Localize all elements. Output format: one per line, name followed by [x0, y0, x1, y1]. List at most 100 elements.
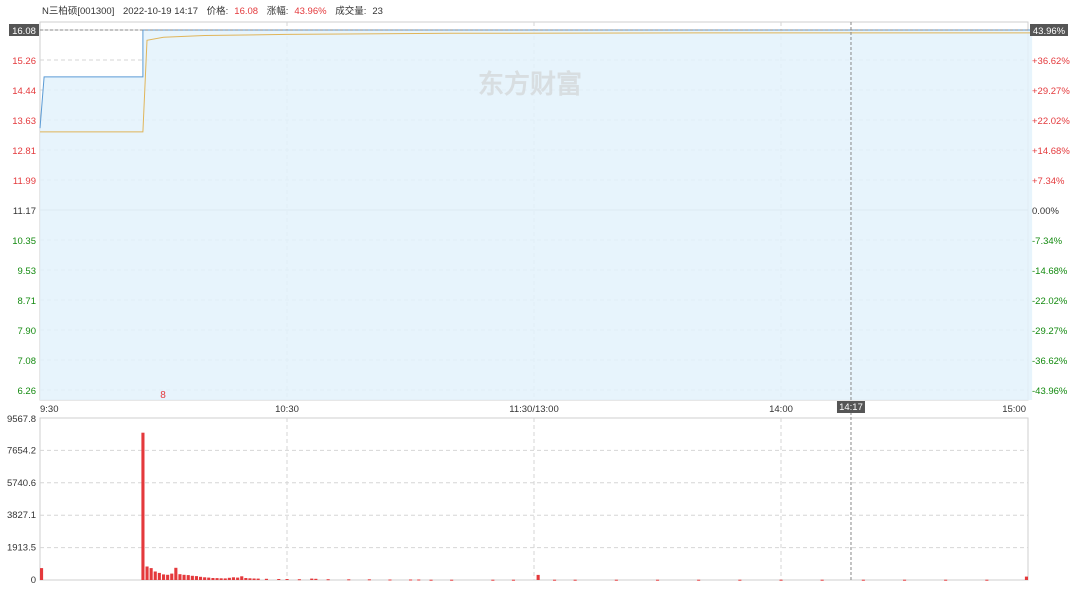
price-tick-label: 8.71 — [18, 296, 37, 307]
intraday-chart: 东方财富 16.08 15.26 14.44 13.63 12.81 11.99 11.17… — [7, 21, 1070, 586]
price-tick-label: 10.35 — [12, 236, 36, 247]
price-tick-label: 16.08 — [12, 26, 36, 37]
volume-bar — [215, 578, 219, 580]
volume-bar — [409, 579, 413, 581]
volume-bar — [162, 574, 166, 580]
volume-bar — [285, 579, 289, 580]
pct-tick-label: 43.96% — [1033, 26, 1066, 37]
volume-bar — [211, 578, 215, 580]
time-axis: 9:30 10:30 11:30/13:00 14:00 15:00 — [40, 404, 1026, 415]
volume-bar — [1024, 576, 1028, 580]
volume-bar — [536, 574, 540, 580]
price-tick-label: 15.26 — [12, 56, 36, 67]
watermark-logo: 东方财富 — [478, 69, 582, 99]
pct-tick-label: -36.62% — [1032, 356, 1068, 367]
volume-bar — [985, 579, 989, 581]
pct-tick-label: 0.00% — [1032, 206, 1059, 217]
volume-bar — [944, 579, 948, 581]
volume-bar — [170, 573, 174, 580]
volume-bar — [178, 574, 182, 580]
pct-tick-label: +22.02% — [1032, 116, 1070, 127]
volume-bar — [186, 575, 190, 580]
volume-bar — [450, 579, 454, 581]
volume-bar — [573, 579, 577, 581]
volume-bar — [314, 578, 318, 580]
price-tick-label: 13.63 — [12, 116, 36, 127]
price-tick-label: 11.17 — [13, 206, 36, 217]
pct-tick-label: +36.62% — [1032, 56, 1070, 67]
pct-tick-label: -7.34% — [1032, 236, 1063, 247]
volume-bar — [264, 578, 268, 580]
volume-bar — [820, 579, 824, 581]
volume-tick-label: 1913.5 — [7, 543, 36, 554]
volume-tick-label: 7654.2 — [7, 445, 36, 456]
volume-bar — [227, 577, 231, 580]
marker-label: 8 — [160, 390, 166, 401]
volume-axis: 9567.8 7654.2 5740.6 3827.1 1913.5 0 — [7, 414, 36, 586]
volume-bar — [326, 579, 330, 581]
volume-bar — [248, 578, 252, 580]
volume-bar — [388, 579, 392, 581]
volume-bar — [153, 571, 157, 580]
volume-bar — [141, 432, 145, 580]
price-tick-label: 6.26 — [18, 386, 37, 397]
volume-bar — [367, 579, 371, 581]
volume-bar — [553, 579, 557, 581]
volume-bar — [861, 579, 865, 581]
volume-bar — [223, 578, 227, 580]
volume-bar — [174, 567, 178, 580]
volume-tick-label: 0 — [31, 575, 36, 586]
volume-bar — [656, 579, 660, 581]
price-tick-label: 14.44 — [12, 86, 36, 97]
price-tick-label: 9.53 — [18, 266, 37, 277]
volume-bar — [145, 566, 149, 580]
pct-tick-label: -43.96% — [1032, 386, 1068, 397]
price-tick-label: 11.99 — [13, 176, 36, 187]
volume-bar — [194, 576, 198, 580]
volume-tick-label: 3827.1 — [7, 510, 36, 521]
volume-bar — [277, 579, 281, 580]
volume-bar — [429, 579, 433, 581]
volume-bar — [256, 578, 260, 580]
volume-bar — [40, 568, 44, 580]
volume-bar — [157, 572, 161, 580]
volume-bar — [207, 577, 211, 580]
volume-bar — [190, 575, 194, 580]
volume-bar — [903, 579, 907, 581]
volume-bar — [199, 576, 203, 580]
volume-bar — [491, 579, 495, 581]
volume-bar — [240, 576, 244, 580]
volume-bar — [203, 577, 207, 580]
volume-bar — [697, 579, 701, 581]
pct-tick-label: -29.27% — [1032, 326, 1068, 337]
time-tick-label: 14:00 — [769, 404, 793, 415]
pct-tick-label: -22.02% — [1032, 296, 1068, 307]
volume-bar — [614, 579, 618, 581]
volume-bar — [244, 578, 248, 580]
volume-bar — [310, 578, 314, 580]
price-tick-label: 12.81 — [12, 146, 36, 157]
volume-bar — [166, 574, 170, 580]
volume-bar — [231, 577, 235, 580]
pct-tick-label: +7.34% — [1032, 176, 1065, 187]
time-tick-label: 9:30 — [40, 404, 59, 415]
volume-bar — [182, 574, 186, 580]
volume-tick-label: 5740.6 — [7, 478, 36, 489]
cursor-time-label: 14:17 — [839, 402, 863, 413]
volume-bar — [347, 579, 351, 581]
volume-bar — [738, 579, 742, 581]
volume-bar — [149, 568, 153, 580]
volume-bar — [297, 579, 301, 581]
price-axis-left: 16.08 15.26 14.44 13.63 12.81 11.99 11.17 10.35… — [9, 24, 39, 397]
volume-bar — [219, 578, 223, 580]
volume-grid — [39, 417, 1029, 581]
time-tick-label: 10:30 — [275, 404, 299, 415]
volume-tick-label: 9567.8 — [7, 414, 36, 425]
volume-bar — [236, 577, 240, 580]
volume-bar — [779, 579, 783, 581]
volume-bar — [511, 579, 515, 581]
pct-tick-label: +14.68% — [1032, 146, 1070, 157]
pct-axis-right: 43.96% +36.62% +29.27% +22.02% +14.68% +7.34%… — [1030, 24, 1070, 397]
time-tick-label: 11:30/13:00 — [509, 404, 558, 415]
volume-bar — [252, 578, 256, 580]
